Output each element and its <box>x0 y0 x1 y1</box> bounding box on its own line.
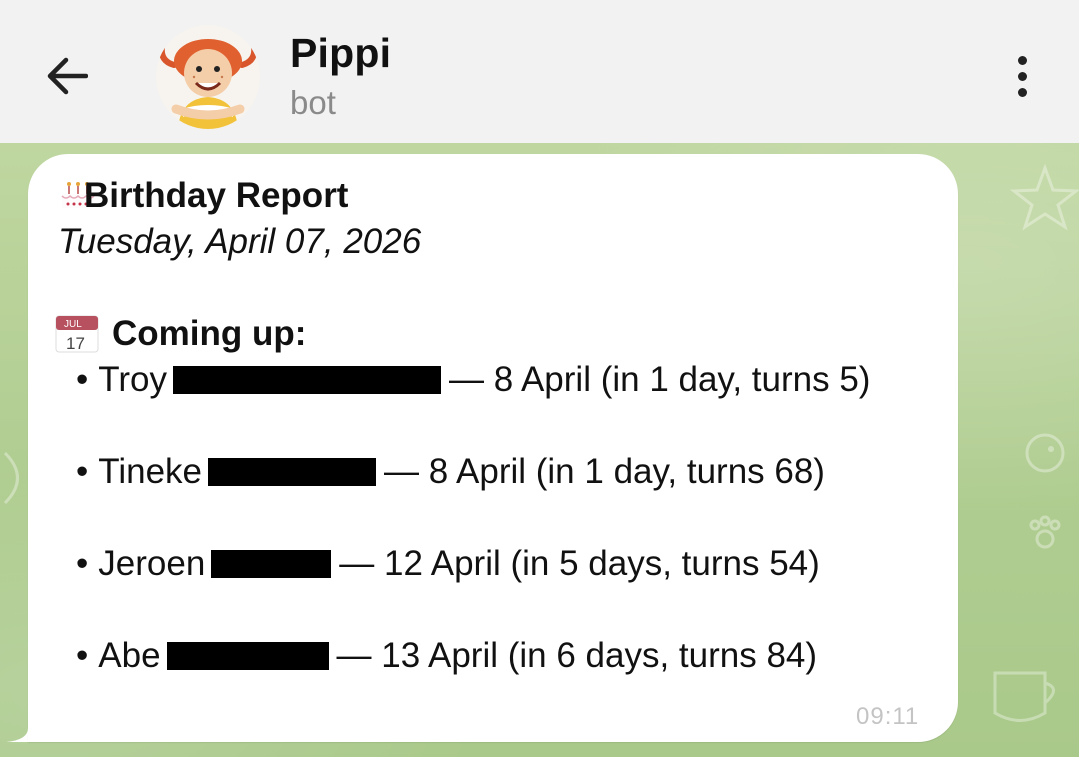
bird-doodle-icon <box>1025 433 1065 473</box>
cup-doodle-icon <box>993 671 1055 722</box>
bot-avatar[interactable] <box>156 25 260 129</box>
list-item: • Jeroen — 12 April (in 5 days, turns 54) <box>76 544 820 584</box>
redaction-bar <box>166 642 329 670</box>
coming-up-heading: Coming up: <box>112 314 307 353</box>
chat-subtitle: bot <box>290 84 336 121</box>
more-options-button[interactable] <box>998 48 1046 104</box>
report-title: Birthday Report <box>84 176 349 215</box>
entry-first-name: Abe <box>98 636 161 675</box>
calendar-icon: JUL 17 <box>54 314 100 354</box>
redaction-bar <box>172 366 441 394</box>
redaction-bar <box>211 550 332 578</box>
entry-details: — 12 April (in 5 days, turns 54) <box>339 544 820 583</box>
list-bullet: • <box>76 452 89 491</box>
list-item: • Abe — 13 April (in 6 days, turns 84) <box>76 636 817 676</box>
more-vertical-icon <box>1017 55 1027 65</box>
list-bullet: • <box>76 360 89 399</box>
report-date: Tuesday, April 07, 2026 <box>58 222 422 261</box>
entry-first-name: Tineke <box>98 452 203 491</box>
star-doodle-icon <box>1010 163 1079 231</box>
list-item: • Tineke — 8 April (in 1 day, turns 68) <box>76 452 825 492</box>
paw-doodle-icon <box>1029 515 1061 549</box>
calendar-month-label: JUL <box>64 319 82 330</box>
entry-first-name: Jeroen <box>98 544 206 583</box>
back-button[interactable] <box>38 48 94 104</box>
message-time: 09:11 <box>856 703 920 730</box>
entry-first-name: Troy <box>98 360 167 399</box>
list-bullet: • <box>76 636 89 675</box>
entry-details: — 8 April (in 1 day, turns 68) <box>384 452 825 491</box>
chat-header: Pippi bot <box>0 0 1079 143</box>
list-item: • Troy — 8 April (in 1 day, turns 5) <box>76 360 870 400</box>
chat-title[interactable]: Pippi <box>290 30 391 77</box>
calendar-day-label: 17 <box>66 334 85 353</box>
entry-details: — 8 April (in 1 day, turns 5) <box>448 360 871 399</box>
list-bullet: • <box>76 544 89 583</box>
arrow-left-icon <box>47 57 88 95</box>
entry-details: — 13 April (in 6 days, turns 84) <box>336 636 818 675</box>
redaction-bar <box>208 458 377 486</box>
pippi-avatar-image <box>156 25 260 129</box>
